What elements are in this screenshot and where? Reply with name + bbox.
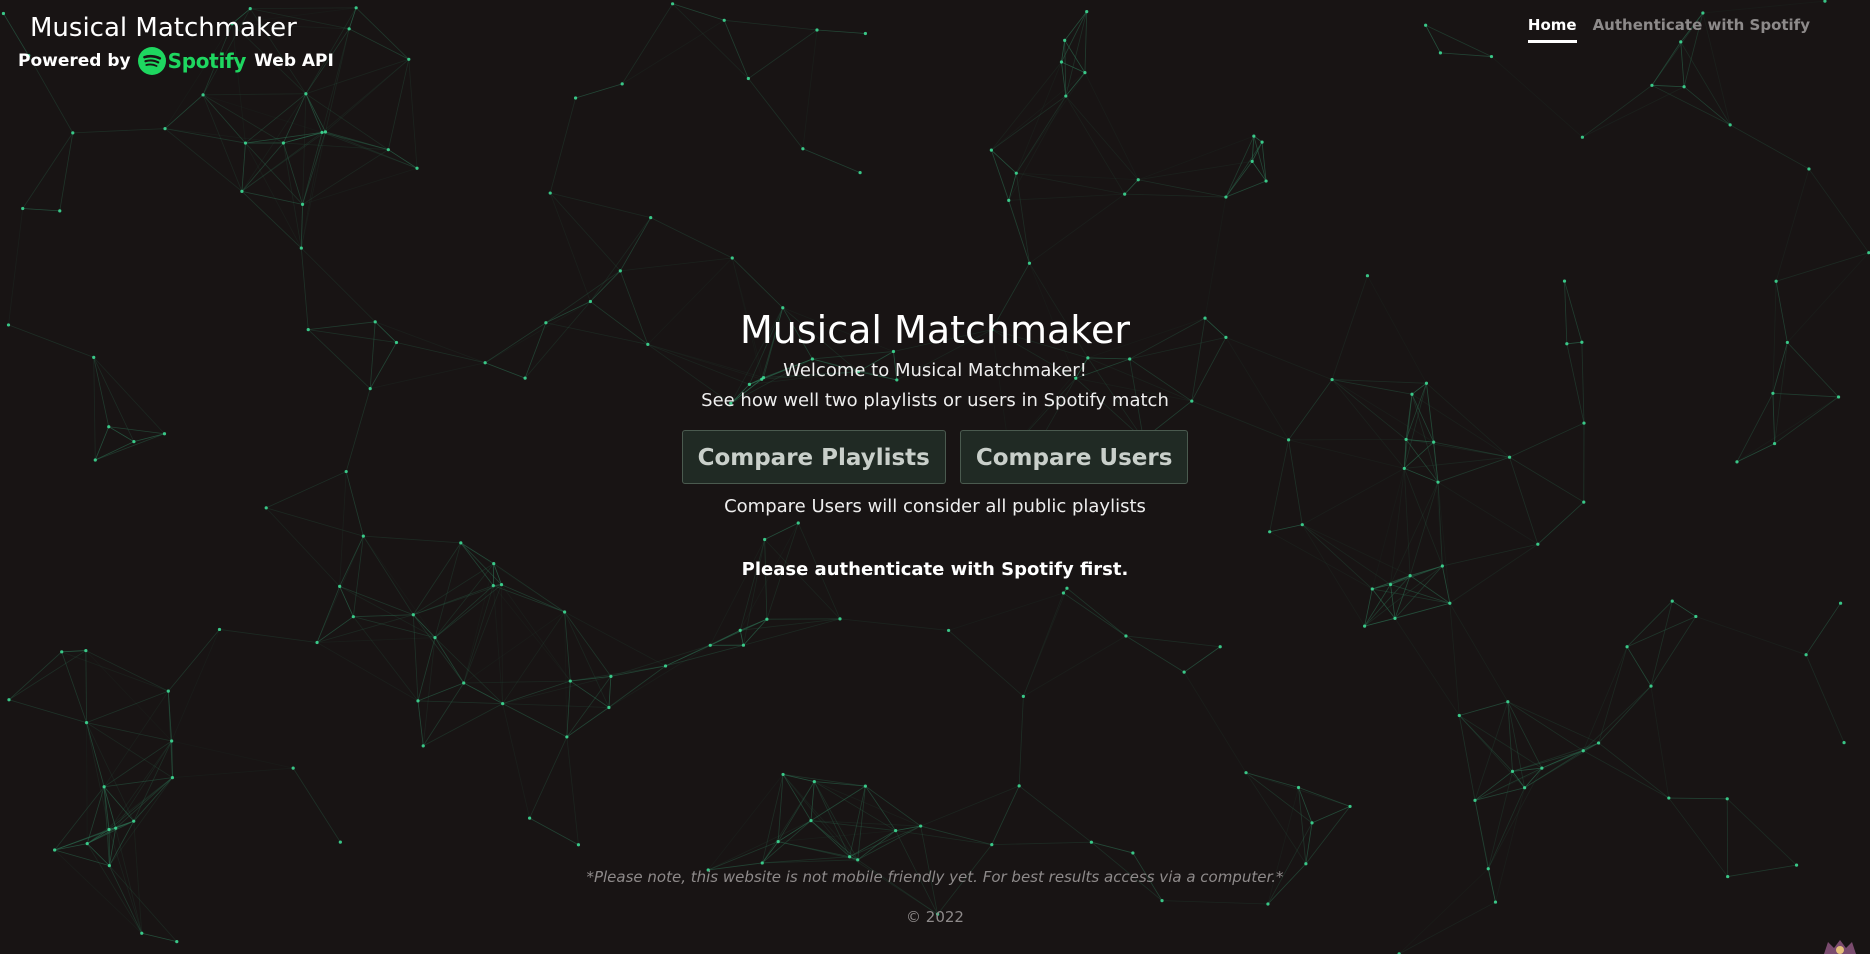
auth-message: Please authenticate with Spotify first. <box>741 559 1129 580</box>
powered-by-suffix: Web API <box>254 51 334 71</box>
avatar-icon[interactable] <box>1820 936 1860 954</box>
hero-section: Musical Matchmaker Welcome to Musical Ma… <box>0 304 1870 580</box>
powered-by: Powered by Spotify Web API <box>18 46 334 76</box>
top-nav: Home Authenticate with Spotify <box>1527 16 1810 43</box>
compare-buttons: Compare Playlists Compare Users <box>0 430 1870 484</box>
nav-home-link[interactable]: Home <box>1527 16 1577 43</box>
page-title: Musical Matchmaker <box>740 308 1130 352</box>
nav-authenticate-link[interactable]: Authenticate with Spotify <box>1593 16 1810 43</box>
copyright: © 2022 <box>906 908 964 926</box>
footer: *Please note, this website is not mobile… <box>0 868 1870 926</box>
spotify-logo: Spotify <box>137 47 247 75</box>
welcome-text: Welcome to Musical Matchmaker! <box>783 360 1087 381</box>
subtitle-text: See how well two playlists or users in S… <box>701 390 1169 411</box>
brand: Musical Matchmaker Powered by Spotify We… <box>18 10 334 76</box>
compare-playlists-button[interactable]: Compare Playlists <box>681 430 946 484</box>
mobile-note: *Please note, this website is not mobile… <box>586 868 1284 886</box>
compare-users-note: Compare Users will consider all public p… <box>724 496 1146 517</box>
spotify-wordmark: Spotify <box>167 49 247 73</box>
compare-users-button[interactable]: Compare Users <box>959 430 1189 484</box>
spotify-icon <box>137 47 166 75</box>
site-title[interactable]: Musical Matchmaker <box>30 10 334 46</box>
page: Musical Matchmaker Powered by Spotify We… <box>0 0 1870 954</box>
powered-by-prefix: Powered by <box>18 51 131 71</box>
